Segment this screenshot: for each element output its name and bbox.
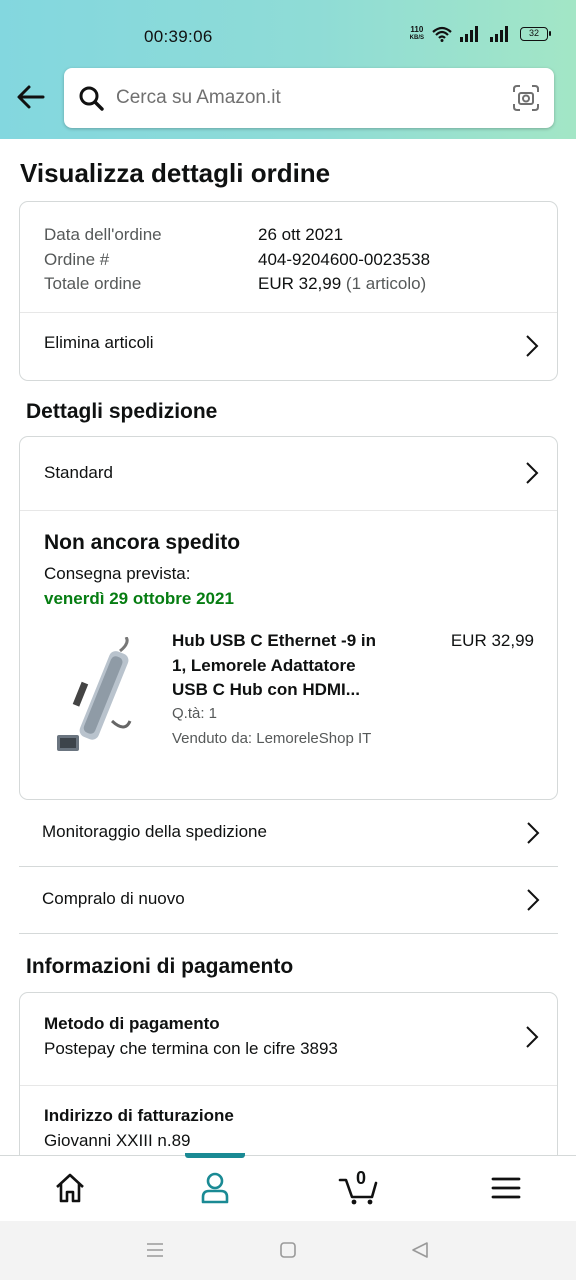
camera-scan-icon[interactable] [512,84,540,112]
product-title-line-2: 1, Lemorele Adattatore [172,655,356,675]
cart-button[interactable]: 0 [338,1168,380,1206]
product-seller: Venduto da: LemoreleShop IT [172,730,372,747]
chevron-right-icon [527,822,540,844]
buy-again-label: Compralo di nuovo [42,889,185,908]
shipping-method-label: Standard [44,463,113,482]
order-number-label: Ordine # [44,249,110,269]
status-time: 00:39:06 [144,27,213,46]
payment-section-title: Informazioni di pagamento [26,955,294,978]
track-shipment-row[interactable]: Monitoraggio della spedizione [19,801,558,867]
product-title-line-1: Hub USB C Ethernet -9 in [172,631,377,650]
payment-card: Metodo di pagamento Postepay che termina… [19,992,558,1155]
order-total-label: Totale ordine [44,274,142,293]
delivery-date: venerdì 29 ottobre 2021 [44,589,234,608]
account-icon[interactable] [197,1170,233,1206]
payment-method-value: Postepay che termina con le cifre 3893 [44,1039,338,1058]
status-bar: 00:39:06 110 KB/S 32 [0,0,576,70]
chevron-right-icon [526,1026,539,1048]
payment-method-title: Metodo di pagamento [44,1014,220,1033]
product-quantity: Q.tà: 1 [172,705,218,722]
cart-count: 0 [356,1168,367,1188]
home-button-icon[interactable] [279,1241,297,1259]
billing-address-title: Indirizzo di fatturazione [44,1106,234,1125]
home-icon[interactable] [52,1170,88,1206]
shipping-method-row[interactable]: Standard [20,437,557,510]
status-icons: 110 KB/S 32 [410,26,551,42]
product-title-line-3: USB C Hub con HDMI... [172,680,360,699]
wifi-icon [432,26,452,42]
billing-address-value: Giovanni XXIII n.89 [44,1131,191,1150]
network-speed-unit: KB/S [409,35,424,41]
search-bar[interactable] [64,68,554,128]
app-header: 00:39:06 110 KB/S 32 Cerca su Amazon.it [0,0,576,139]
chevron-right-icon [526,335,539,357]
search-icon[interactable] [78,85,104,111]
active-tab-indicator [185,1153,245,1158]
order-number-value: 404-9204600-0023538 [258,249,431,269]
menu-icon[interactable] [488,1170,524,1206]
order-date-value: 26 ott 2021 [258,225,344,244]
shipment-status: Non ancora spedito [44,531,241,554]
shipping-card: Standard Non ancora spedito Consegna pre… [19,436,558,800]
payment-method-row[interactable]: Metodo di pagamento Postepay che termina… [20,993,557,1085]
order-item-count: (1 articolo) [345,274,427,293]
delete-items-row[interactable]: Elimina articoli [20,313,557,380]
battery-icon: 32 [520,27,551,41]
signal-icon [460,26,478,42]
order-total-amount: EUR 32,99 [258,274,342,293]
divider [20,1085,557,1086]
page-title: Visualizza dettagli ordine [20,158,331,188]
product-image[interactable] [50,637,140,757]
chevron-right-icon [527,889,540,911]
system-navigation-bar [0,1221,576,1280]
back-button-icon[interactable] [410,1241,430,1259]
track-shipment-label: Monitoraggio della spedizione [42,822,267,841]
order-summary-card: Data dell'ordine Ordine # Totale ordine … [19,201,558,381]
signal-icon-2 [490,26,508,42]
network-speed: 110 KB/S [410,26,424,42]
product-title[interactable]: Hub USB C Ethernet -9 in 1, Lemorele Ada… [172,629,412,703]
delivery-label: Consegna prevista: [44,564,191,583]
order-total-value: EUR 32,99 (1 articolo) [258,272,430,297]
delete-items-label: Elimina articoli [44,333,154,352]
buy-again-row[interactable]: Compralo di nuovo [19,868,558,934]
bottom-navigation: 0 [0,1153,576,1221]
search-input[interactable] [116,82,496,114]
order-summary-values: 26 ott 2021 404-9204600-0023538 EUR 32,9… [258,223,430,297]
network-speed-value: 110 [410,25,424,34]
order-date-label: Data dell'ordine [44,225,162,244]
recent-apps-icon[interactable] [145,1241,165,1259]
order-summary-labels: Data dell'ordine Ordine # Totale ordine [44,223,162,297]
back-arrow-icon[interactable] [14,80,48,114]
shipping-section-title: Dettagli spedizione [26,400,218,423]
order-details-content: Visualizza dettagli ordine Data dell'ord… [0,139,576,1155]
chevron-right-icon [526,462,539,484]
divider [20,510,557,511]
product-price: EUR 32,99 [450,631,534,650]
